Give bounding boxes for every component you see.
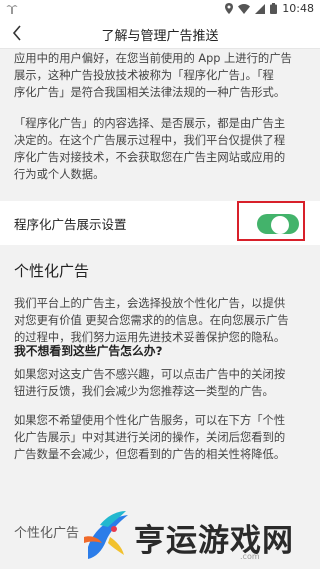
text-line: 「程序化广告」的内容选择、是否展示，都是由广告主 xyxy=(14,117,286,130)
text-line: 序化广告」是符合我国相关法律法规的一种广告形式。 xyxy=(14,86,286,99)
toggle-track[interactable] xyxy=(257,214,299,234)
personalized-paragraph-2: 如果您对这支广告不感兴趣，可以点击广告中的关闭按 钮进行反馈，我们会减少为您推荐… xyxy=(14,366,308,400)
palm-tree-icon xyxy=(6,5,18,14)
text-line: 应用中的用户偏好，在您当前使用的 App 上进行的广告 xyxy=(14,52,292,65)
text-line: 化广告展示」中对其进行关闭的操作，关闭后您看到的 xyxy=(14,431,286,444)
watermark-text: 亨运游戏网 xyxy=(134,523,294,559)
toggle-knob xyxy=(271,216,289,234)
wifi-icon xyxy=(238,3,251,14)
text-line: 钮进行反馈，我们会减少为您推荐这一类型的广告。 xyxy=(14,385,274,398)
watermark-domain: .com xyxy=(240,552,260,561)
watermark: 亨运游戏网 .com xyxy=(80,502,320,569)
top-navigation-bar: 了解与管理广告推送 xyxy=(0,17,320,49)
personalized-toggle-heading: 个性化广告 xyxy=(14,526,80,541)
question-heading: 我不想看到这些广告怎么办? xyxy=(14,344,163,358)
battery-icon xyxy=(270,3,278,14)
setting-label: 程序化广告展示设置 xyxy=(14,217,127,232)
location-icon xyxy=(225,3,234,14)
personalized-paragraph-3: 如果您不希望使用个性化广告服务，可以在下方「个性 化广告展示」中对其进行关闭的操… xyxy=(14,412,308,463)
content-area[interactable]: 应用中的用户偏好，在您当前使用的 App 上进行的广告 展示，这种广告投放技术被… xyxy=(0,50,320,569)
text-line: 序化广告对接技术，不会获取您在广告主网站或应用的 xyxy=(14,151,286,164)
intro-paragraph-1: 应用中的用户偏好，在您当前使用的 App 上进行的广告 展示，这种广告投放技术被… xyxy=(14,50,308,101)
text-line: 如果您对这支广告不感兴趣，可以点击广告中的关闭按 xyxy=(14,368,286,381)
text-line: 我们平台上的广告主，会选择投放个性化广告，以提供 xyxy=(14,297,286,310)
ad-display-setting-row: 程序化广告展示设置 xyxy=(0,201,320,245)
text-line: 行为或个人数据。 xyxy=(14,168,105,181)
text-line: 如果您不希望使用个性化广告服务，可以在下方「个性 xyxy=(14,414,286,427)
ad-display-toggle[interactable] xyxy=(257,213,307,235)
text-line: 展示，这种广告投放技术被称为「程序化广告」。「程 xyxy=(14,69,274,82)
intro-paragraph-2: 「程序化广告」的内容选择、是否展示，都是由广告主 决定的。在这个广告展示过程中，… xyxy=(14,115,308,183)
status-bar: 10:48 xyxy=(0,0,320,17)
personalized-paragraph-1: 我们平台上的广告主，会选择投放个性化广告，以提供 对您更有价值 更契合您需求的的… xyxy=(14,295,308,346)
status-time: 10:48 xyxy=(282,2,314,15)
section-title-personalized: 个性化广告 xyxy=(14,262,90,280)
page-title: 了解与管理广告推送 xyxy=(101,29,219,44)
text-line: 对您更有价值 更契合您需求的的信息。在向您展示广告 xyxy=(14,314,289,327)
text-line: 广告数量不会减少，但您看到的广告的相关性将降低。 xyxy=(14,448,286,461)
watermark-logo-icon xyxy=(84,511,128,559)
text-line: 决定的。在这个广告展示过程中，我们平台仅提供了程 xyxy=(14,134,286,147)
signal-icon xyxy=(255,3,266,14)
